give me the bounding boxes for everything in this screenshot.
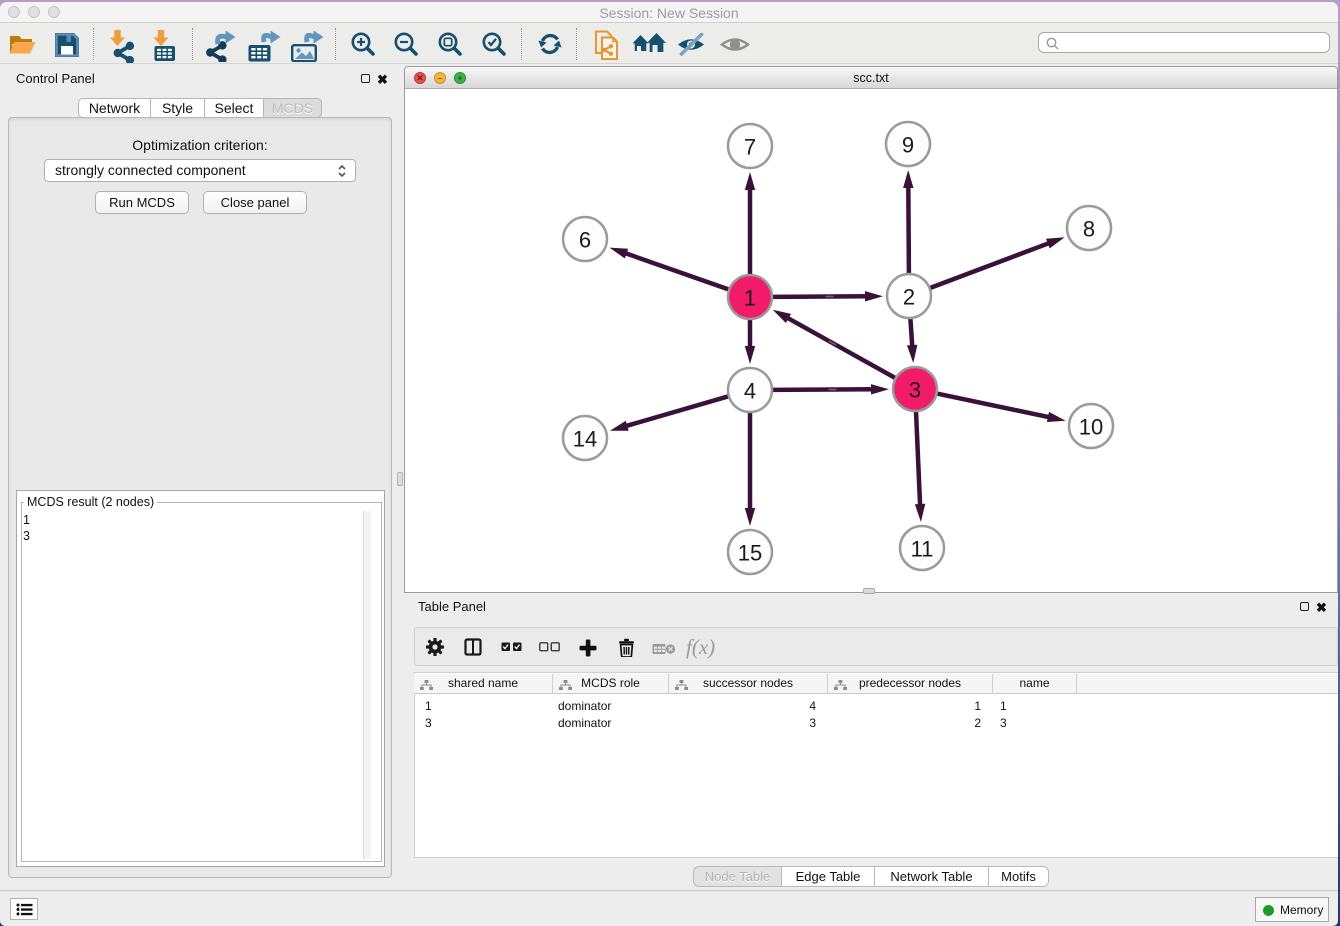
svg-text:3: 3 bbox=[909, 378, 921, 403]
svg-text:1: 1 bbox=[744, 286, 756, 311]
svg-text:9: 9 bbox=[902, 133, 914, 158]
svg-text:4: 4 bbox=[744, 379, 756, 404]
svg-text:10: 10 bbox=[1079, 415, 1103, 440]
svg-text:8: 8 bbox=[1083, 217, 1095, 242]
svg-text:7: 7 bbox=[744, 135, 756, 160]
svg-text:11: 11 bbox=[911, 537, 934, 562]
svg-text:14: 14 bbox=[573, 427, 597, 452]
svg-text:6: 6 bbox=[579, 228, 591, 253]
svg-text:15: 15 bbox=[738, 541, 762, 566]
svg-text:2: 2 bbox=[903, 285, 915, 310]
